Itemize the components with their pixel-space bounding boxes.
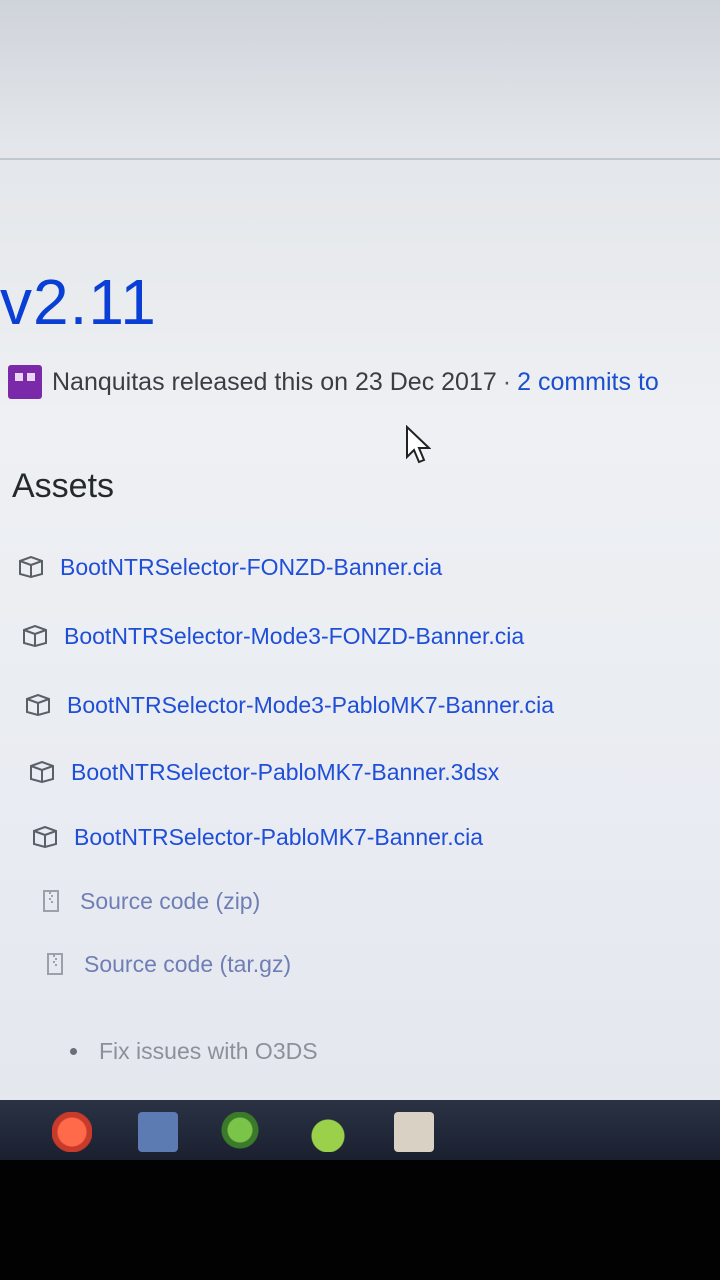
maps-icon[interactable]	[220, 1112, 260, 1152]
file-zip-icon	[38, 890, 64, 912]
author-avatar-icon[interactable]	[8, 365, 42, 399]
asset-link[interactable]: Source code (zip)	[80, 888, 260, 915]
asset-link[interactable]: BootNTRSelector-PabloMK7-Banner.3dsx	[71, 759, 499, 786]
device-bezel	[0, 1160, 720, 1280]
asset-item[interactable]: BootNTRSelector-Mode3-FONZD-Banner.cia	[22, 619, 524, 653]
asset-link[interactable]: BootNTRSelector-Mode3-PabloMK7-Banner.ci…	[67, 692, 554, 719]
author-name[interactable]: Nanquitas	[52, 368, 165, 397]
package-icon	[25, 693, 51, 717]
assets-heading: Assets	[12, 467, 115, 505]
package-icon	[18, 555, 44, 579]
asset-item[interactable]: Source code (zip)	[38, 884, 260, 918]
package-icon	[29, 760, 55, 784]
browser-icon[interactable]	[52, 1112, 92, 1152]
asset-item[interactable]: Source code (tar.gz)	[42, 947, 291, 981]
photos-icon[interactable]	[138, 1112, 178, 1152]
asset-link[interactable]: BootNTRSelector-FONZD-Banner.cia	[60, 554, 442, 581]
meta-separator: ·	[502, 367, 512, 396]
release-version-title[interactable]: v2.11	[0, 262, 157, 342]
release-meta: Nanquitas released this on 23 Dec 2017 ·…	[8, 364, 659, 400]
commits-link[interactable]: 2 commits to	[517, 368, 659, 397]
taskbar	[0, 1100, 720, 1160]
file-zip-icon	[42, 953, 68, 975]
mouse-cursor-icon	[406, 425, 431, 464]
release-notes-item: Fix issues with O3DS	[70, 1038, 318, 1065]
asset-item[interactable]: BootNTRSelector-PabloMK7-Banner.cia	[32, 820, 483, 854]
bullet	[70, 1048, 77, 1055]
package-icon	[22, 624, 48, 648]
release-date-text: released this on 23 Dec 2017	[171, 367, 497, 396]
asset-link[interactable]: BootNTRSelector-Mode3-FONZD-Banner.cia	[64, 623, 524, 650]
asset-item[interactable]: BootNTRSelector-FONZD-Banner.cia	[18, 550, 442, 584]
app-icon[interactable]	[394, 1112, 434, 1152]
android-icon[interactable]	[308, 1112, 348, 1152]
asset-item[interactable]: BootNTRSelector-Mode3-PabloMK7-Banner.ci…	[25, 688, 554, 722]
asset-link[interactable]: Source code (tar.gz)	[84, 951, 291, 978]
divider	[0, 158, 720, 160]
browser-viewport: v2.11 Nanquitas released this on 23 Dec …	[0, 0, 720, 1105]
release-note-text: Fix issues with O3DS	[99, 1038, 318, 1064]
package-icon	[32, 825, 58, 849]
asset-item[interactable]: BootNTRSelector-PabloMK7-Banner.3dsx	[29, 755, 499, 789]
asset-link[interactable]: BootNTRSelector-PabloMK7-Banner.cia	[74, 824, 483, 851]
